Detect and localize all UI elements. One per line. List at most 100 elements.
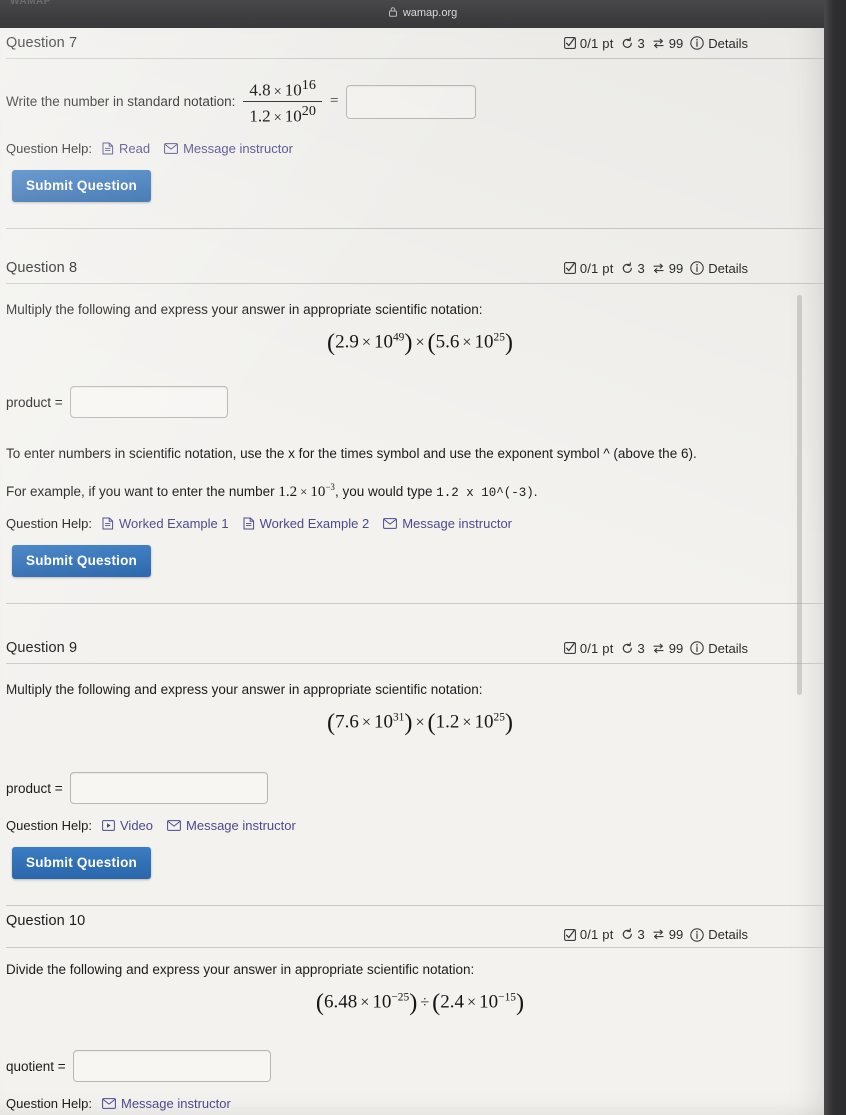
question-meta-q9: 0/1 pt 3 99 Details — [563, 641, 748, 656]
help-link-message-instructor-q8[interactable]: Message instructor — [383, 516, 512, 531]
close-paren: ) — [504, 328, 514, 356]
retry-arrow-icon — [621, 261, 634, 275]
browser-tabstrip[interactable]: WAMAP — [10, 0, 51, 7]
question-rule-q9 — [6, 663, 828, 664]
help-link-worked-example-2-q8[interactable]: Worked Example 2 — [243, 516, 369, 531]
attempts-badge-q7: 3 — [621, 36, 645, 51]
question-block-q8: Question 8 0/1 pt 3 99 Details Multiply … — [0, 253, 828, 604]
submit-question-button-q7[interactable]: Submit Question — [12, 169, 151, 202]
swap-arrows-icon — [652, 642, 665, 655]
details-label-q9: Details — [708, 640, 748, 656]
times-symbol: × — [273, 109, 282, 126]
answer-label-q10: quotient = — [6, 1058, 66, 1074]
answer-input-q8[interactable] — [69, 386, 228, 419]
answer-row-q9: product = — [6, 772, 828, 805]
answer-input-q7[interactable] — [346, 84, 477, 119]
attempts-badge-q10: 3 — [621, 927, 645, 942]
prompt-text-q7: Write the number in standard notation: — [6, 93, 236, 109]
info-circle-icon — [690, 261, 704, 275]
question-title-q8: Question 8 — [6, 260, 78, 276]
example-exponent: −3 — [325, 481, 335, 492]
note-text-q8: To enter numbers in scientific notation,… — [6, 446, 697, 462]
question-header-q10: Question 10 0/1 pt 3 99 Details — [6, 913, 828, 947]
details-link-q10[interactable]: Details — [690, 927, 748, 942]
answer-row-q10: quotient = — [6, 1050, 828, 1083]
details-link-q7[interactable]: Details — [690, 36, 748, 51]
submit-question-button-q9[interactable]: Submit Question — [12, 847, 151, 880]
checkbox-icon — [563, 37, 576, 49]
denominator-exponent: 20 — [301, 103, 316, 120]
submit-question-button-q8[interactable]: Submit Question — [12, 544, 151, 577]
envelope-icon — [164, 142, 178, 154]
views-text-q7: 99 — [668, 35, 684, 51]
right-exponent-q8: 25 — [493, 330, 505, 343]
help-link-worked-example-1-q8[interactable]: Worked Example 1 — [102, 516, 229, 531]
points-badge-q9: 0/1 pt — [563, 641, 614, 656]
question-divider-q7 — [6, 227, 828, 229]
checkbox-icon — [563, 642, 576, 654]
answer-label-q9: product = — [6, 780, 63, 796]
example-base: 10 — [310, 483, 326, 500]
note-example-suffix: . — [533, 483, 538, 499]
prompt-text-q8: Multiply the following and express your … — [6, 302, 483, 317]
right-mantissa-q10: 2.4 — [440, 991, 465, 1013]
help-row-q10: Question Help: Message instructor — [6, 1096, 828, 1111]
views-badge-q8: 99 — [652, 261, 683, 276]
help-link-read-q7[interactable]: Read — [102, 141, 150, 156]
details-link-q8[interactable]: Details — [690, 261, 748, 276]
question-title-q7: Question 7 — [6, 35, 78, 51]
answer-input-q10[interactable] — [72, 1050, 271, 1083]
times-symbol: × — [462, 334, 472, 352]
help-link-label: Message instructor — [186, 818, 296, 834]
question-meta-q10: 0/1 pt 3 99 Details — [563, 927, 748, 942]
equals-sign-q7: = — [329, 93, 339, 110]
details-label-q7: Details — [708, 35, 748, 51]
info-circle-icon — [690, 927, 704, 942]
help-link-label: Read — [119, 140, 151, 156]
details-label-q8: Details — [708, 260, 748, 276]
answer-row-q8: product = — [6, 386, 828, 419]
times-symbol: × — [467, 994, 477, 1012]
lock-icon — [388, 7, 397, 17]
document-icon — [102, 142, 114, 155]
info-circle-icon — [690, 36, 704, 50]
close-paren: ) — [504, 708, 514, 736]
attempts-text-q7: 3 — [637, 35, 645, 51]
left-mantissa-q10: 6.48 — [324, 991, 358, 1013]
prompt-text-q10: Divide the following and express your an… — [6, 962, 475, 977]
help-link-message-instructor-q7[interactable]: Message instructor — [164, 141, 293, 156]
open-paren: ( — [326, 708, 336, 736]
swap-arrows-icon — [652, 928, 665, 941]
answer-input-q9[interactable] — [69, 772, 268, 805]
question-block-q9: Question 9 0/1 pt 3 99 Details Multiply … — [0, 633, 828, 907]
question-header-q9: Question 9 0/1 pt 3 99 Details — [6, 633, 828, 663]
address-bar[interactable]: wamap.org — [0, 7, 846, 19]
question-title-q10: Question 10 — [6, 913, 86, 929]
help-label-q8: Question Help: — [6, 515, 92, 531]
fraction-expression-q7: 4.8 × 1016 1.2 × 1020 — [243, 77, 322, 127]
vertical-scrollbar[interactable] — [797, 295, 802, 695]
question-meta-q8: 0/1 pt 3 99 Details — [563, 261, 748, 276]
times-symbol: × — [300, 484, 308, 499]
retry-arrow-icon — [621, 641, 634, 655]
question-body-q7: Write the number in standard notation: 4… — [6, 59, 828, 206]
open-paren: ( — [427, 708, 436, 736]
question-body-q9: Multiply the following and express your … — [6, 664, 828, 883]
points-badge-q10: 0/1 pt — [563, 927, 614, 942]
help-row-q7: Question Help: Read Message instructor — [6, 141, 828, 156]
help-link-message-instructor-q9[interactable]: Message instructor — [167, 818, 296, 833]
details-link-q9[interactable]: Details — [690, 641, 748, 656]
device-bezel-right — [824, 0, 846, 1115]
note-example-typed: 1.2 x 10^(-3) — [436, 485, 534, 500]
times-symbol: × — [360, 994, 370, 1012]
help-link-video-q9[interactable]: Video — [102, 818, 153, 833]
close-paren: ) — [515, 988, 525, 1016]
help-link-message-instructor-q10[interactable]: Message instructor — [102, 1096, 231, 1111]
note-example-q8: For example, if you want to enter the nu… — [6, 482, 828, 502]
note-example-math: 1.2 × 10−3 — [278, 481, 335, 500]
help-link-label: Message instructor — [121, 1096, 231, 1112]
screenshot-frame: WAMAP wamap.org Question 7 0/1 pt 3 99 D… — [0, 0, 846, 1115]
question-divider-q9 — [6, 905, 828, 907]
info-circle-icon — [690, 641, 704, 655]
page-content-surface: Question 7 0/1 pt 3 99 Details Write the… — [0, 25, 828, 1115]
